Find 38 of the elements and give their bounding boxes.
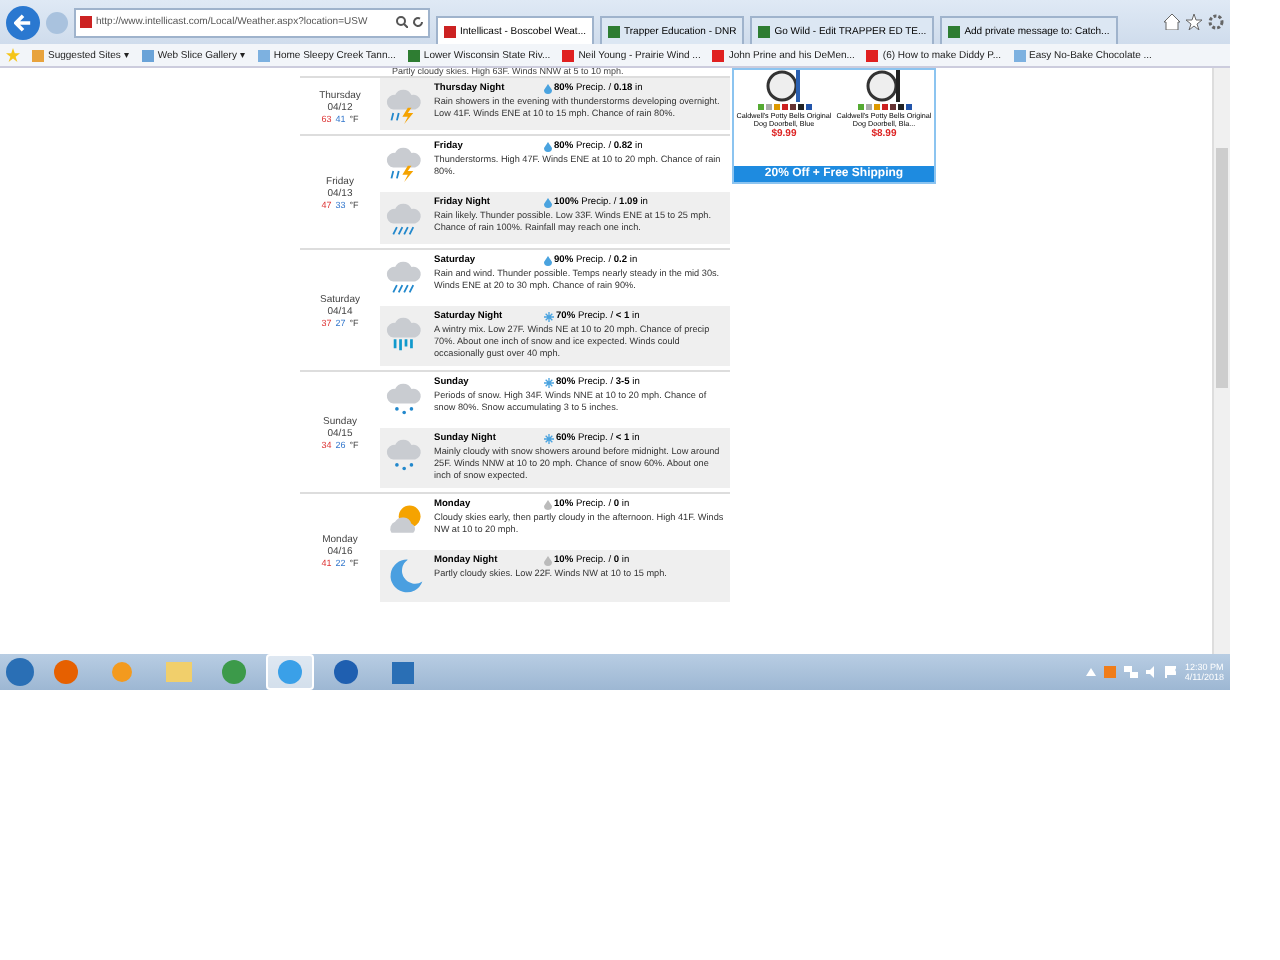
flag-icon[interactable] (1164, 666, 1177, 678)
raindrop-icon (544, 198, 552, 208)
star-icon[interactable] (6, 48, 20, 62)
rain-cloud-icon (386, 256, 426, 296)
raindrop-icon (544, 142, 552, 152)
raindrop-icon (544, 500, 552, 510)
moon-icon (386, 556, 426, 596)
folder-icon[interactable] (165, 662, 191, 682)
color-swatches (757, 104, 811, 110)
forward-button[interactable] (46, 11, 68, 33)
settings-icon[interactable] (1208, 14, 1224, 30)
ice-cloud-icon (386, 312, 426, 352)
home-icon[interactable] (1164, 14, 1180, 30)
thunder-cloud-icon (386, 84, 426, 124)
snow-cloud-icon (386, 434, 426, 474)
raindrop-icon (544, 556, 552, 566)
star-icon[interactable] (1186, 14, 1202, 30)
speaker-icon[interactable] (1146, 666, 1157, 678)
caret-icon[interactable] (1086, 668, 1097, 676)
back-button[interactable] (6, 5, 40, 39)
search-icon[interactable] (396, 16, 408, 28)
snowflake-icon (544, 312, 554, 322)
snowflake-icon (544, 378, 554, 388)
raindrop-icon (544, 84, 552, 94)
refresh-icon[interactable] (412, 16, 424, 28)
start-button[interactable] (6, 658, 34, 686)
rain-cloud-icon (386, 198, 426, 238)
thunder-cloud-icon (386, 142, 426, 182)
snow-cloud-icon (386, 378, 426, 418)
snowflake-icon (544, 434, 554, 444)
raindrop-icon (544, 256, 552, 266)
favicon-icon (80, 16, 92, 28)
tray-icon[interactable] (1104, 666, 1117, 678)
taskbar-button[interactable] (266, 654, 314, 690)
network-icon[interactable] (1124, 666, 1139, 678)
scrollbar[interactable] (1212, 68, 1230, 654)
arrow-icon (14, 13, 32, 31)
color-swatches (857, 104, 911, 110)
